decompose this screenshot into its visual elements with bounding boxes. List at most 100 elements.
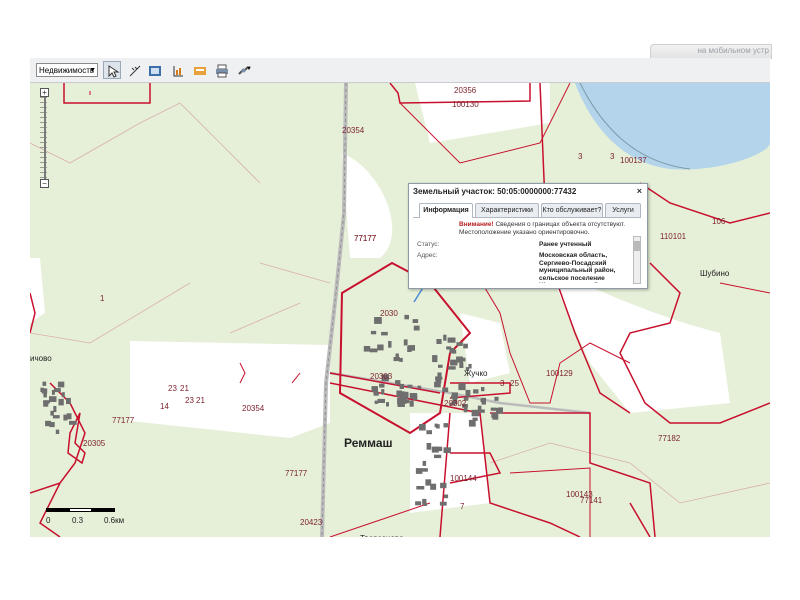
chevron-down-icon[interactable]: ▼ [246, 66, 252, 72]
scrollbar-thumb[interactable] [634, 241, 640, 251]
building [426, 443, 432, 450]
building [377, 398, 385, 403]
building [363, 346, 371, 352]
map-label: 20305 [83, 439, 106, 448]
building [439, 501, 447, 506]
zoom-out-button[interactable]: − [40, 179, 49, 188]
building [434, 454, 442, 459]
warning-message: Внимание! Сведения о границах объекта от… [459, 221, 639, 237]
bookmark-tool-button[interactable] [190, 61, 208, 79]
map-label: 20354 [342, 126, 365, 135]
building [447, 337, 456, 343]
building [399, 397, 407, 404]
map-label: 100137 [620, 156, 647, 165]
bookmark-icon [194, 67, 206, 75]
scale-segment [46, 508, 69, 512]
map-svg: 100130 20356 20354 100137 3 110101 106 77177 1 20… [30, 83, 770, 537]
mobile-version-tab[interactable]: на мобильном устр [650, 44, 772, 59]
layer-select[interactable]: Недвижимость ▼ [36, 63, 98, 77]
building [407, 384, 413, 389]
building [396, 390, 403, 398]
building [417, 385, 422, 389]
building [431, 446, 439, 453]
print-tool-button[interactable] [212, 61, 230, 79]
building [443, 423, 449, 428]
building [422, 460, 427, 466]
building [43, 400, 50, 404]
building [415, 501, 422, 506]
tab-who-serves[interactable]: Кто обслуживает? [541, 203, 603, 217]
popup-title: Земельный участок: 50:05:0000000:77432 [413, 187, 577, 196]
building [374, 317, 382, 324]
map-label: 23 [185, 396, 194, 405]
building [53, 388, 61, 393]
building [58, 398, 64, 406]
legend-tool-button[interactable] [168, 61, 186, 79]
map-label: 23 [168, 384, 177, 393]
layer-select-value: Недвижимость [39, 66, 95, 75]
building [370, 330, 377, 335]
measure-icon [129, 65, 141, 77]
map-label: 77141 [580, 496, 603, 505]
parcel-info-popup[interactable]: Земельный участок: 50:05:0000000:77432 ×… [408, 183, 648, 289]
building [66, 413, 72, 420]
building [451, 349, 457, 354]
tab-information[interactable]: Информация [419, 203, 473, 218]
zoom-slider[interactable]: + − [40, 88, 50, 188]
mobile-version-link[interactable]: на мобильном устр [697, 46, 769, 55]
scale-label-2: 0.6км [104, 516, 125, 525]
building [412, 319, 419, 323]
building [425, 479, 432, 486]
map-label: 3 [610, 152, 615, 161]
zoom-track[interactable] [44, 97, 46, 179]
building [435, 376, 442, 384]
tab-services[interactable]: Услуги [605, 203, 641, 217]
building [421, 468, 428, 472]
map-label: 20302 [444, 399, 467, 408]
building [468, 419, 476, 427]
building [404, 314, 409, 320]
building [51, 390, 55, 395]
building [50, 410, 54, 416]
building [399, 384, 404, 389]
map-canvas[interactable]: 100130 20356 20354 100137 3 110101 106 77177 1 20… [30, 83, 770, 537]
measure-tool-button[interactable] [125, 61, 143, 79]
popup-scrollbar[interactable] [633, 236, 641, 284]
map-label: 1 [100, 294, 105, 303]
building [462, 357, 466, 362]
map-label: 100129 [546, 369, 573, 378]
building [413, 325, 420, 331]
building [465, 389, 471, 397]
building [472, 417, 478, 421]
building [369, 348, 378, 353]
building [409, 400, 414, 407]
building [479, 409, 485, 413]
building [42, 381, 47, 386]
building [419, 424, 426, 431]
tab-characteristics[interactable]: Характеристики [475, 203, 539, 217]
close-icon[interactable]: × [637, 186, 642, 196]
building [381, 389, 385, 395]
building [438, 364, 443, 368]
layers-tool-button[interactable] [145, 61, 163, 79]
map-label: 20354 [242, 404, 265, 413]
map-label: 77182 [658, 434, 681, 443]
building [443, 447, 451, 453]
map-label: Шубино [700, 269, 730, 278]
map-label: 100130 [452, 100, 479, 109]
building [43, 392, 47, 398]
scale-bar: 0 0.3 0.6км [46, 508, 124, 530]
building [63, 414, 68, 421]
building [423, 502, 427, 506]
building [388, 341, 392, 348]
popup-tabs: Информация Характеристики Кто обслуживае… [413, 203, 641, 218]
zoom-in-button[interactable]: + [40, 88, 49, 97]
building [386, 402, 389, 407]
identify-tool-button[interactable] [103, 61, 121, 79]
chevron-down-icon: ▼ [89, 67, 96, 74]
status-label: Статус: [417, 241, 440, 248]
map-label: 21 [180, 384, 189, 393]
building [490, 407, 497, 411]
map-label: 110101 [660, 232, 687, 241]
building [401, 391, 406, 398]
